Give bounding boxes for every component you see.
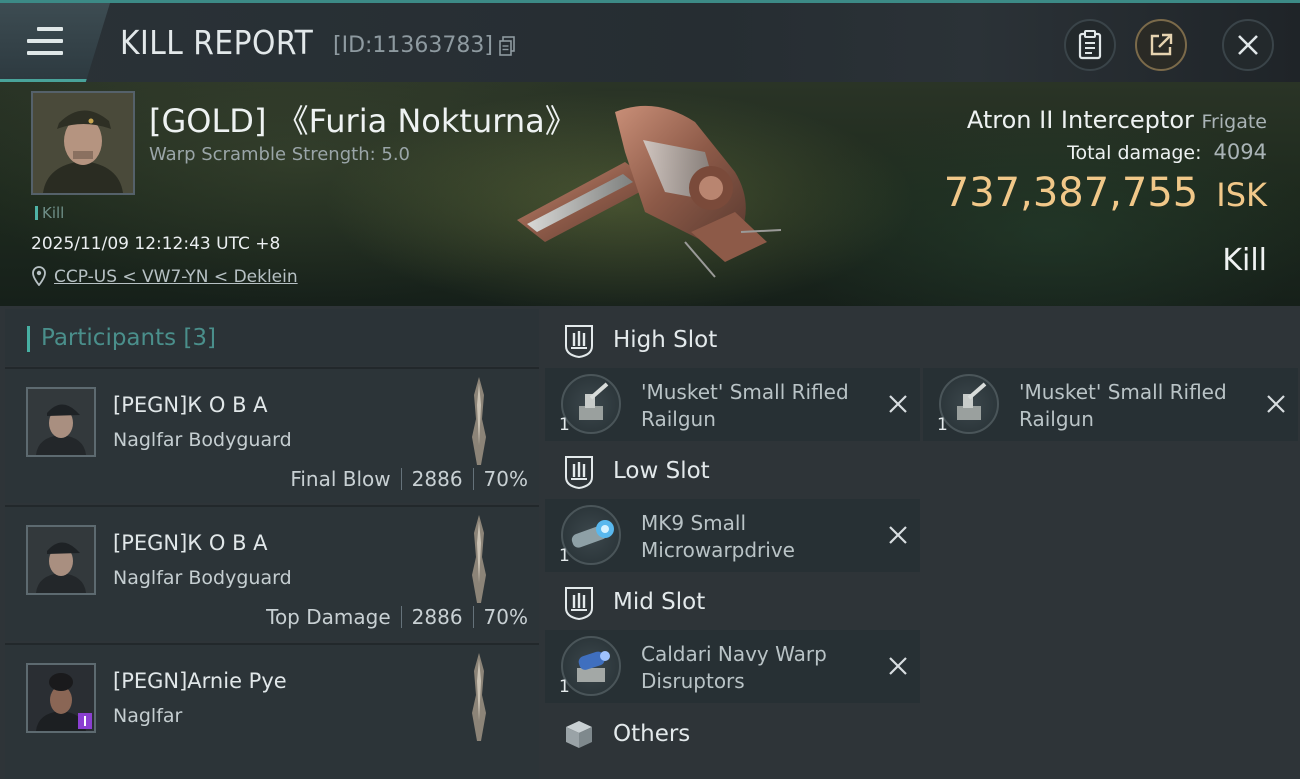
module-quantity: 1 xyxy=(937,415,948,435)
others-label: Others xyxy=(613,721,691,747)
module-name: MK9 Small Microwarpdrive xyxy=(641,511,795,562)
participant-row[interactable]: [PEGN]К О В А Naglfar Bodyguard Top Dama… xyxy=(5,505,539,641)
warp-scramble-strength: Warp Scramble Strength: 5.0 xyxy=(149,144,411,165)
high-slot-icon xyxy=(565,325,593,358)
location-pin-icon xyxy=(32,266,46,286)
close-icon xyxy=(1238,35,1258,55)
participant-ship: Naglfar Bodyguard xyxy=(113,429,292,451)
high-slot-label: High Slot xyxy=(613,327,718,353)
destroyed-x-icon xyxy=(1267,395,1285,413)
clipboard-icon xyxy=(1078,30,1102,60)
participants-label: Participants xyxy=(41,325,177,351)
participant-avatar xyxy=(26,525,96,595)
participant-name: [PEGN]К О В А xyxy=(113,531,268,555)
copy-icon[interactable] xyxy=(499,36,515,56)
participants-header: Participants [3] xyxy=(5,309,539,366)
module-name: 'Musket' Small Rifled Railgun xyxy=(1019,380,1227,431)
victim-banner: [GOLD] 《Furia Nokturna》 Warp Scramble St… xyxy=(0,82,1300,306)
ship-silhouette-icon xyxy=(472,377,486,465)
low-slot-icon xyxy=(565,456,593,489)
report-id: [ID:11363783] xyxy=(333,33,493,58)
participant-stats: Top Damage 2886 70% xyxy=(266,605,528,629)
ship-silhouette-icon xyxy=(472,515,486,603)
kill-datetime: 2025/11/09 12:12:43 UTC +8 xyxy=(31,234,281,254)
others-header: Others xyxy=(543,706,1300,750)
participant-row[interactable]: [PEGN]К О В А Naglfar Bodyguard Final Bl… xyxy=(5,367,539,503)
top-bar: KILL REPORT [ID:11363783] xyxy=(0,0,1300,82)
participant-stats: Final Blow 2886 70% xyxy=(290,467,528,491)
participants-title: Participants [3] xyxy=(41,325,216,351)
fitting-panel: High Slot 1 'Musket' Small Rifled Railgu… xyxy=(543,309,1300,750)
total-damage-label: Total damage: xyxy=(1067,142,1202,164)
participant-role: Top Damage xyxy=(266,605,391,629)
hamburger-icon xyxy=(27,27,63,55)
low-slot-label: Low Slot xyxy=(613,458,710,484)
module-name: 'Musket' Small Rifled Railgun xyxy=(641,380,849,431)
location-link[interactable]: CCP-US < VW7-YN < Deklein xyxy=(54,267,298,287)
microwarpdrive-icon xyxy=(561,505,621,565)
participant-damage: 2886 xyxy=(411,467,463,491)
module-item[interactable]: 1 'Musket' Small Rifled Railgun xyxy=(923,368,1298,441)
destroyed-x-icon xyxy=(889,395,907,413)
participant-damage: 2886 xyxy=(411,605,463,629)
railgun-icon xyxy=(561,374,621,434)
close-button[interactable] xyxy=(1222,19,1274,71)
module-item[interactable]: 1 'Musket' Small Rifled Railgun xyxy=(545,368,920,441)
participant-name: [PEGN]Arnie Pye xyxy=(113,669,287,693)
module-quantity: 1 xyxy=(559,415,570,435)
destroyed-x-icon xyxy=(889,526,907,544)
total-damage-value: 4094 xyxy=(1213,140,1267,164)
cargo-box-icon xyxy=(566,721,592,748)
page-title: KILL REPORT xyxy=(120,23,314,62)
high-slot-header: High Slot xyxy=(543,312,1300,368)
module-quantity: 1 xyxy=(559,677,570,697)
ship-class: Frigate xyxy=(1201,111,1267,133)
low-slot-header: Low Slot xyxy=(543,443,1300,499)
isk-amount: 737,387,755 xyxy=(943,170,1199,216)
participant-percent: 70% xyxy=(483,605,528,629)
participant-percent: 70% xyxy=(483,467,528,491)
module-quantity: 1 xyxy=(559,546,570,566)
module-name: Caldari Navy Warp Disruptors xyxy=(641,642,827,693)
victim-portrait[interactable] xyxy=(31,91,135,195)
ship-render xyxy=(517,105,782,278)
railgun-icon xyxy=(939,374,999,434)
kill-tag: Kill xyxy=(35,204,64,222)
module-item[interactable]: 1 MK9 Small Microwarpdrive xyxy=(545,499,920,572)
participant-avatar xyxy=(26,663,96,733)
ship-name: Atron II Interceptor xyxy=(966,106,1194,134)
participant-name: [PEGN]К О В А xyxy=(113,393,268,417)
participants-count: [3] xyxy=(183,325,217,351)
participant-row[interactable]: [PEGN]Arnie Pye Naglfar xyxy=(5,643,539,779)
mid-slot-label: Mid Slot xyxy=(613,589,706,615)
isk-value: 737,387,755 ISK xyxy=(944,170,1267,216)
menu-button[interactable] xyxy=(0,3,110,82)
total-damage: Total damage: 4094 xyxy=(1067,140,1267,164)
destroyed-x-icon xyxy=(889,657,907,675)
ship-type[interactable]: Atron II Interceptor Frigate xyxy=(967,106,1267,134)
share-button[interactable] xyxy=(1135,19,1187,71)
ship-silhouette-icon xyxy=(472,653,486,741)
participant-ship: Naglfar xyxy=(113,705,183,727)
mid-slot-header: Mid Slot xyxy=(543,574,1300,630)
clipboard-button[interactable] xyxy=(1064,19,1116,71)
participant-ship: Naglfar Bodyguard xyxy=(113,567,292,589)
participants-panel: Participants [3] [PEGN]К О В А Naglfar B… xyxy=(5,309,539,779)
kill-tag-label: Kill xyxy=(42,204,65,222)
report-result: Kill xyxy=(1222,243,1267,278)
participant-role: Final Blow xyxy=(290,467,391,491)
isk-unit: ISK xyxy=(1216,176,1267,214)
module-item[interactable]: 1 Caldari Navy Warp Disruptors xyxy=(545,630,920,703)
mid-slot-icon xyxy=(565,587,593,620)
share-icon xyxy=(1150,33,1173,56)
warp-disruptor-icon xyxy=(561,636,621,696)
participant-avatar xyxy=(26,387,96,457)
